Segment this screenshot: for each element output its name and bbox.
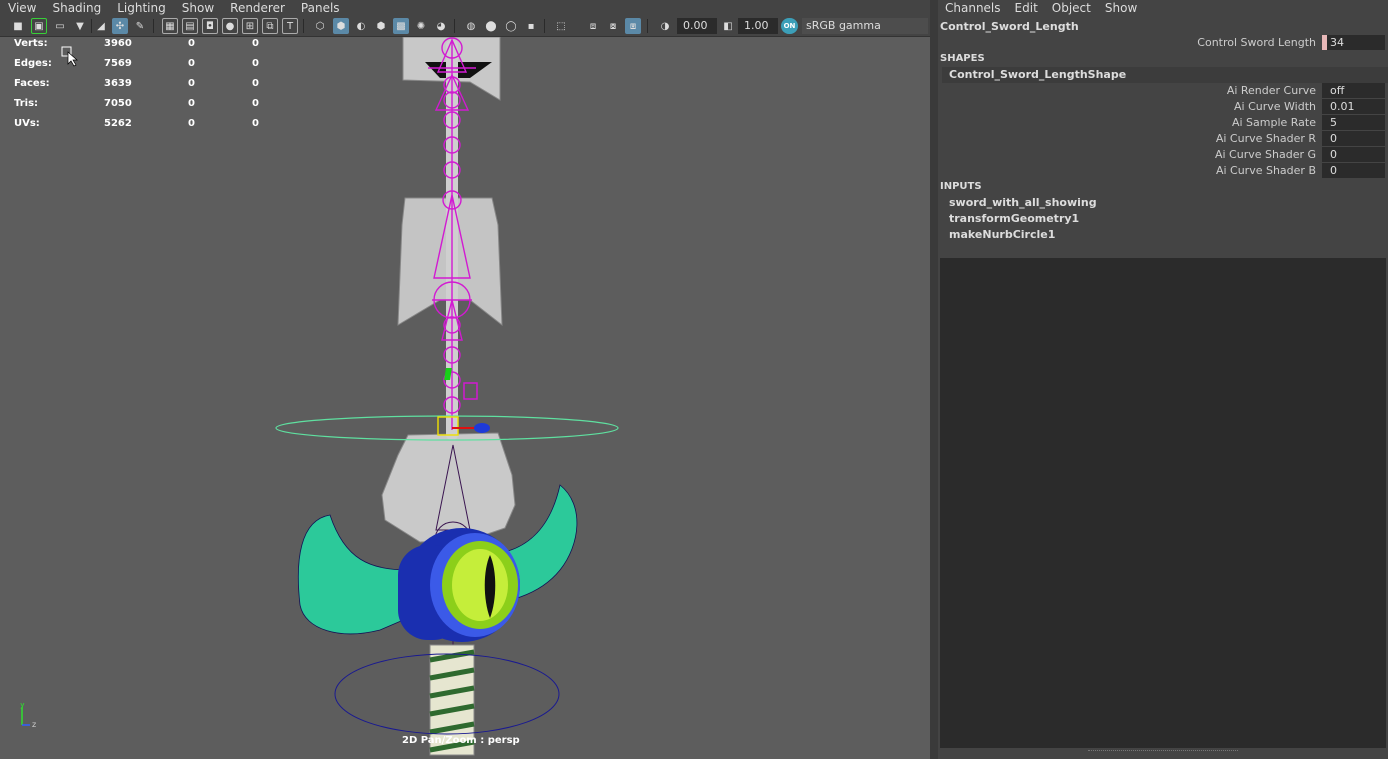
shadows-icon[interactable]: ◕	[433, 18, 449, 34]
attr-value-ai-curve-width[interactable]: 0.01	[1322, 99, 1385, 114]
scene-view[interactable]	[0, 37, 930, 759]
guard-wing-left[interactable]	[297, 514, 416, 635]
axis-label-y: y	[20, 703, 25, 709]
attr-value-ai-render-curve[interactable]: off	[1322, 83, 1385, 98]
wireframe-on-shaded-icon[interactable]: ◐	[353, 18, 369, 34]
depth-of-field-icon[interactable]: ▪	[523, 18, 539, 34]
guard-stone[interactable]	[381, 432, 516, 543]
checker-icon[interactable]: ▩	[393, 18, 409, 34]
grid-icon[interactable]: ▦	[162, 18, 178, 34]
screen-space-ao-icon[interactable]: ◍	[463, 18, 479, 34]
attr-ai-render-curve[interactable]: Ai Render Curve off	[938, 83, 1388, 99]
gate-mask-icon[interactable]: ●	[222, 18, 238, 34]
shape-node-row[interactable]: Control_Sword_LengthShape	[942, 67, 1388, 83]
attr-ai-curve-shader-b[interactable]: Ai Curve Shader B 0	[938, 163, 1388, 179]
color-management-toggle[interactable]: ON	[781, 18, 798, 34]
input-node-transform-geometry[interactable]: transformGeometry1	[949, 212, 1079, 225]
isolate-select-icon[interactable]: ⬚	[553, 18, 569, 34]
scale-handle[interactable]	[463, 382, 478, 400]
exposure-field[interactable]: 0.00	[677, 18, 717, 34]
shape-node-name[interactable]: Control_Sword_LengthShape	[949, 68, 1126, 81]
gamma-field[interactable]: 1.00	[738, 18, 778, 34]
textured-icon[interactable]: ⬢	[373, 18, 389, 34]
axis-label-z: z	[32, 720, 36, 729]
film-gate-toggle-icon[interactable]: ▤	[182, 18, 198, 34]
inputs-header: INPUTS	[940, 181, 982, 192]
gamma-icon[interactable]: ◧	[720, 18, 736, 34]
attr-control-sword-length[interactable]: Control Sword Length 34	[938, 35, 1388, 51]
menu-show[interactable]: Show	[174, 1, 222, 15]
resolution-gate-icon[interactable]: ◘	[202, 18, 218, 34]
attr-ai-curve-shader-g[interactable]: Ai Curve Shader G 0	[938, 147, 1388, 163]
pencil-icon[interactable]: ✎	[132, 18, 148, 34]
input-node-make-nurb-circle[interactable]: makeNurbCircle1	[949, 228, 1055, 241]
viewport-menubar: View Shading Lighting Show Renderer Pane…	[0, 0, 930, 15]
camera-label: 2D Pan/Zoom : persp	[402, 735, 520, 746]
camera-icon[interactable]: ■	[10, 18, 26, 34]
menu-show-cb[interactable]: Show	[1098, 1, 1144, 15]
node-name[interactable]: Control_Sword_Length	[940, 20, 1079, 33]
menu-panels[interactable]: Panels	[293, 1, 348, 15]
channel-box: Channels Edit Object Show Control_Sword_…	[938, 0, 1388, 759]
shapes-header: SHAPES	[940, 53, 985, 64]
menu-object[interactable]: Object	[1045, 1, 1098, 15]
channel-box-empty-area	[940, 258, 1386, 748]
field-chart-icon[interactable]: ⊞	[242, 18, 258, 34]
wireframe-icon[interactable]: ⬡	[312, 18, 328, 34]
lighting-icon[interactable]: ✺	[413, 18, 429, 34]
attr-value-ai-sample-rate[interactable]: 5	[1322, 115, 1385, 130]
resize-grip[interactable]	[1088, 750, 1238, 753]
viewport-panel[interactable]: View Shading Lighting Show Renderer Pane…	[0, 0, 930, 759]
menu-shading[interactable]: Shading	[44, 1, 109, 15]
camera-attributes-icon[interactable]: ▣	[31, 18, 47, 34]
channel-box-menubar: Channels Edit Object Show	[938, 0, 1388, 15]
menu-channels[interactable]: Channels	[938, 1, 1008, 15]
attr-ai-curve-width[interactable]: Ai Curve Width 0.01	[938, 99, 1388, 115]
exposure-icon[interactable]: ◑	[657, 18, 673, 34]
attr-ai-curve-shader-r[interactable]: Ai Curve Shader R 0	[938, 131, 1388, 147]
safe-action-icon[interactable]: ⧉	[262, 18, 278, 34]
attr-value-ai-curve-shader-b[interactable]: 0	[1322, 163, 1385, 178]
anti-aliasing-icon[interactable]: ◯	[503, 18, 519, 34]
motion-blur-icon[interactable]: ⬤	[483, 18, 499, 34]
viewport-toolbar: ■ ▣ ▭ ▼ ◢ ✣ ✎ ▦ ▤ ◘ ● ⊞ ⧉ T ⬡ ⬢ ◐ ⬢ ▩ ✺ …	[0, 15, 930, 37]
color-space-dropdown[interactable]: sRGB gamma	[802, 18, 928, 34]
attr-value-control-sword-length[interactable]: 34	[1322, 35, 1385, 50]
input-node-sword-with-all-showing[interactable]: sword_with_all_showing	[949, 196, 1097, 209]
move-z-handle[interactable]	[474, 423, 490, 433]
xray-joints-icon[interactable]: ⧇	[605, 18, 621, 34]
grid-snap-icon[interactable]: ✣	[112, 18, 128, 34]
menu-edit[interactable]: Edit	[1008, 1, 1045, 15]
menu-view[interactable]: View	[0, 1, 44, 15]
bookmark-icon[interactable]: ▼	[72, 18, 88, 34]
menu-renderer[interactable]: Renderer	[222, 1, 293, 15]
axis-gizmo: y z	[18, 700, 42, 734]
attr-value-ai-curve-shader-g[interactable]: 0	[1322, 147, 1385, 162]
image-plane-icon[interactable]: ◢	[93, 18, 109, 34]
attr-value-ai-curve-shader-r[interactable]: 0	[1322, 131, 1385, 146]
safe-title-icon[interactable]: T	[282, 18, 298, 34]
film-gate-icon[interactable]: ▭	[52, 18, 68, 34]
menu-lighting[interactable]: Lighting	[109, 1, 174, 15]
mouse-cursor-icon	[61, 46, 78, 67]
xray-icon[interactable]: ⧈	[585, 18, 601, 34]
xray-components-icon[interactable]: ⧆	[625, 18, 641, 34]
attr-ai-sample-rate[interactable]: Ai Sample Rate 5	[938, 115, 1388, 131]
panel-splitter[interactable]	[930, 0, 938, 759]
smooth-shade-icon[interactable]: ⬢	[333, 18, 349, 34]
